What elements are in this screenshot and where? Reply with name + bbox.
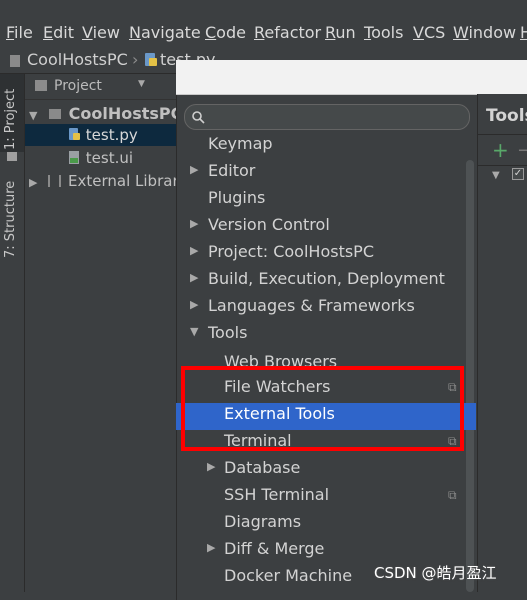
folder-icon xyxy=(10,55,20,67)
menu-bar: File Edit View Navigate Code Refactor Ru… xyxy=(0,0,527,46)
item-label: Version Control xyxy=(208,215,330,234)
menu-help[interactable]: H xyxy=(520,23,527,42)
python-file-icon xyxy=(69,128,80,140)
tree-label: test.ui xyxy=(85,149,134,167)
chevron-right-icon: ▶ xyxy=(190,244,199,257)
settings-item-diagrams[interactable]: Diagrams xyxy=(176,511,476,538)
item-label: Build, Execution, Deployment xyxy=(208,269,445,288)
menu-file[interactable]: File xyxy=(6,23,33,42)
item-label: Web Browsers xyxy=(224,352,338,366)
chevron-right-icon: ▶ xyxy=(190,217,199,230)
tree-item-test-py[interactable]: test.py xyxy=(68,126,138,144)
item-label: Diagrams xyxy=(224,512,302,531)
project-view-icon xyxy=(35,80,47,91)
annotation-highlight-box xyxy=(181,366,464,451)
chevron-right-icon: ▶ xyxy=(190,163,199,176)
group-checkbox[interactable]: ✓ xyxy=(512,168,524,180)
item-label: Docker Machine xyxy=(224,566,353,585)
chevron-right-icon: ▶ xyxy=(207,541,216,554)
settings-item-languages[interactable]: ▶ Languages & Frameworks xyxy=(176,295,476,322)
settings-item-tools[interactable]: ▼ Tools xyxy=(176,322,476,349)
settings-item-ssh-terminal[interactable]: SSH Terminal ⧉ xyxy=(176,484,476,511)
project-level-icon: ⧉ xyxy=(448,488,457,502)
settings-item-plugins[interactable]: Plugins xyxy=(176,187,476,214)
item-label: Project: CoolHostsPC xyxy=(208,242,374,261)
tab-structure[interactable]: 7: Structure xyxy=(3,181,18,258)
chevron-down-icon: ▼ xyxy=(29,109,38,122)
settings-item-project[interactable]: ▶ Project: CoolHostsPC xyxy=(176,241,476,268)
chevron-right-icon: ▶ xyxy=(29,176,38,189)
item-label: Plugins xyxy=(208,188,266,207)
item-label: Database xyxy=(224,458,301,477)
chevron-down-icon[interactable]: ▼ xyxy=(492,170,500,181)
item-label: Tools xyxy=(208,323,248,342)
settings-item-version-control[interactable]: ▶ Version Control xyxy=(176,214,476,241)
dropdown-arrow-icon[interactable]: ▼ xyxy=(138,79,145,89)
external-tools-panel: Tools + − ▼ ✓ xyxy=(477,94,527,592)
chevron-down-icon: ▼ xyxy=(190,325,199,338)
settings-item-keymap[interactable]: Keymap xyxy=(176,133,476,160)
settings-item-web-browsers[interactable]: Web Browsers xyxy=(176,349,476,366)
dialog-title-bar xyxy=(176,60,527,95)
watermark: CSDN @皓月盈江 xyxy=(374,564,497,582)
menu-code[interactable]: Code xyxy=(205,23,246,42)
project-view-label[interactable]: Project xyxy=(54,78,102,94)
item-label: Editor xyxy=(208,161,256,180)
item-label: Languages & Frameworks xyxy=(208,296,415,315)
chevron-right-icon: ▶ xyxy=(190,271,199,284)
project-panel-header: Project ▼ xyxy=(25,75,180,100)
settings-item-database[interactable]: ▶ Database xyxy=(176,457,476,484)
structure-icon xyxy=(7,152,17,161)
menu-refactor[interactable]: Refactor xyxy=(254,23,321,42)
tree-item-test-ui[interactable]: test.ui xyxy=(68,149,133,167)
library-icon xyxy=(48,175,62,187)
add-icon[interactable]: + xyxy=(492,138,509,162)
chevron-right-icon: ▶ xyxy=(190,298,199,311)
menu-navigate[interactable]: Navigate xyxy=(129,23,201,42)
menu-window[interactable]: Window xyxy=(453,23,516,42)
chevron-right-icon: ▶ xyxy=(207,460,216,473)
item-label: Keymap xyxy=(208,134,273,153)
settings-item-editor[interactable]: ▶ Editor xyxy=(176,160,476,187)
ui-file-icon xyxy=(69,151,79,164)
item-label: Diff & Merge xyxy=(224,539,325,558)
menu-run[interactable]: Run xyxy=(325,23,356,42)
settings-item-build[interactable]: ▶ Build, Execution, Deployment xyxy=(176,268,476,295)
menu-view[interactable]: View xyxy=(82,23,120,42)
tree-label: CoolHostsPC xyxy=(68,104,183,123)
remove-icon[interactable]: − xyxy=(517,140,527,161)
menu-tools[interactable]: Tools xyxy=(364,23,403,42)
tab-project[interactable]: 1: Project xyxy=(3,89,18,150)
folder-icon xyxy=(49,109,62,119)
menu-vcs[interactable]: VCS xyxy=(413,23,445,42)
settings-item-diff-merge[interactable]: ▶ Diff & Merge xyxy=(176,538,476,565)
tree-item-external-libraries[interactable]: ▶ External Libraries xyxy=(29,172,200,190)
tree-item-root[interactable]: ▼ CoolHostsPC xyxy=(29,104,182,123)
breadcrumb-project[interactable]: CoolHostsPC xyxy=(27,50,128,69)
item-label: SSH Terminal xyxy=(224,485,330,504)
search-icon xyxy=(192,111,205,124)
tree-label: test.py xyxy=(85,126,138,144)
settings-search-input[interactable] xyxy=(184,104,470,130)
tool-window-stripe: 1: Project 7: Structure xyxy=(0,74,25,592)
panel-title: Tools xyxy=(486,106,527,126)
python-file-icon xyxy=(145,53,157,66)
menu-edit[interactable]: Edit xyxy=(43,23,74,42)
breadcrumb-separator-icon: › xyxy=(132,50,139,69)
